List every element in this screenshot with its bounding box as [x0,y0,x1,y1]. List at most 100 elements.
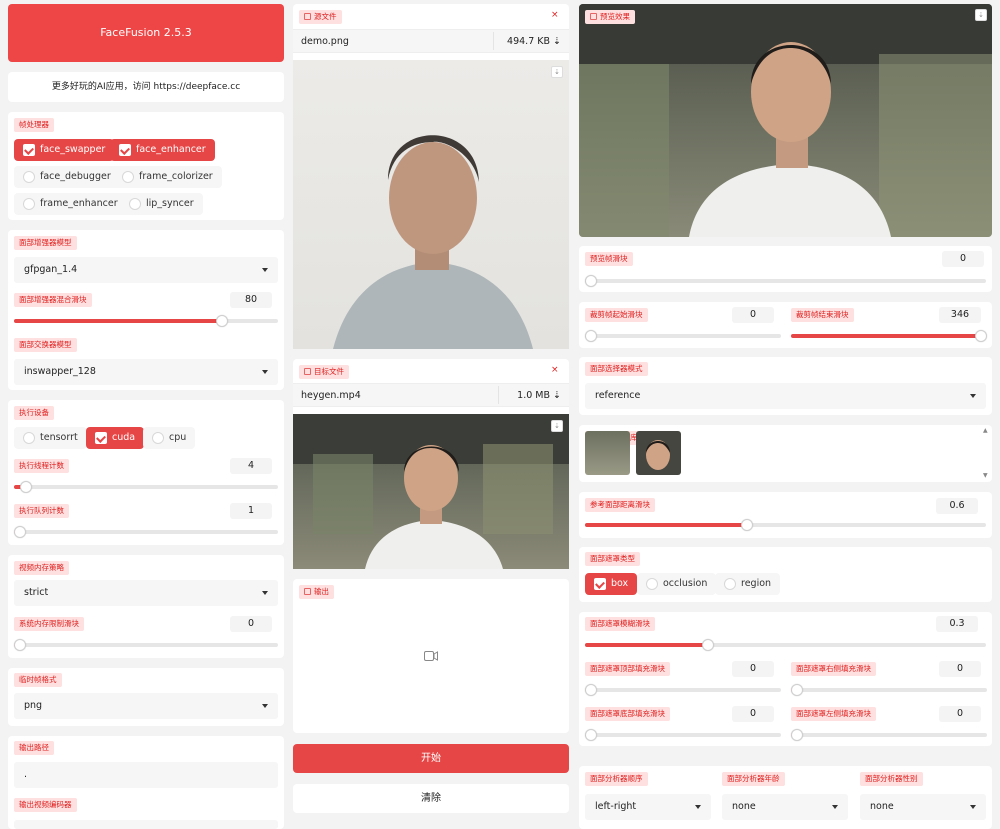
start-button[interactable]: 开始 [293,744,569,773]
slider-thumb[interactable] [791,729,803,741]
output-label: 输出 [299,585,334,599]
preview-frame-input[interactable]: 0 [942,251,984,267]
output-video-encoder-dropdown[interactable] [14,820,278,829]
close-icon[interactable]: × [551,365,559,375]
processor-face-debugger[interactable]: face_debugger [14,166,120,188]
enhancer-panel: 面部增强器模型 gfpgan_1.4 面部增强器混合滑块 80 面部交换器模型 … [8,230,284,390]
processor-lip-syncer[interactable]: lip_syncer [120,193,203,215]
source-file-row[interactable]: demo.png 494.7 KB ⇣ [293,29,569,53]
preview-image [579,4,992,237]
checkbox-icon [95,432,107,444]
reference-face-thumb-1[interactable] [585,431,630,475]
video-memory-strategy-dropdown[interactable]: strict [14,580,278,606]
execution-providers-label: 执行设备 [14,406,54,420]
face-enhancer-blend-slider[interactable] [14,315,278,327]
checkbox-icon [122,171,134,183]
mask-type-occlusion[interactable]: occlusion [637,573,717,595]
close-icon[interactable]: × [551,10,559,20]
mask-padding-right-slider[interactable] [791,684,987,696]
temp-frame-format-dropdown[interactable]: png [14,693,278,719]
mask-padding-left-slider[interactable] [791,729,987,741]
reference-face-thumb-2[interactable] [636,431,681,475]
processor-face-swapper[interactable]: face_swapper [14,139,115,161]
slider-thumb[interactable] [585,275,597,287]
reference-distance-input[interactable]: 0.6 [936,498,978,514]
provider-tensorrt[interactable]: tensorrt [14,427,87,449]
face-enhancer-blend-label: 面部增强器混合滑块 [14,293,92,307]
reference-gallery-panel: 参考面部库 ▲ ▼ [579,425,992,482]
mask-padding-bottom-input[interactable]: 0 [732,706,774,722]
processor-frame-colorizer[interactable]: frame_colorizer [113,166,222,188]
analyser-age-dropdown[interactable]: none [722,794,848,820]
chevron-down-icon [262,591,268,595]
mask-padding-top-label: 面部遮罩顶部填充滑块 [585,662,670,676]
face-swapper-model-dropdown[interactable]: inswapper_128 [14,359,278,385]
trim-end-input[interactable]: 346 [939,307,981,323]
mask-type-box[interactable]: box [585,573,638,595]
queue-count-input[interactable]: 1 [230,503,272,519]
thread-count-slider[interactable] [14,481,278,493]
mask-padding-bottom-label: 面部遮罩底部填充滑块 [585,707,670,721]
trim-start-input[interactable]: 0 [732,307,774,323]
mask-padding-bottom-slider[interactable] [585,729,781,741]
target-filename: heygen.mp4 [301,390,361,401]
download-icon[interactable]: ⇣ [551,66,563,78]
promo-panel: 更多好玩的AI应用，访问 https://deepface.cc [8,72,284,102]
face-enhancer-model-dropdown[interactable]: gfpgan_1.4 [14,257,278,283]
queue-count-slider[interactable] [14,526,278,538]
slider-thumb[interactable] [215,315,228,327]
mask-blur-slider[interactable] [585,639,986,651]
checkbox-icon [152,432,164,444]
mask-settings-panel: 面部遮罩模糊滑块 0.3 面部遮罩顶部填充滑块 0 面部遮罩右侧填充滑块 0 面… [579,612,992,746]
slider-thumb[interactable] [14,526,26,538]
file-icon [304,368,311,375]
preview-frame-slider[interactable] [585,275,986,287]
download-icon[interactable]: ⇣ [551,420,563,432]
scroll-down-icon[interactable]: ▼ [983,472,988,479]
slider-thumb[interactable] [791,684,803,696]
system-memory-limit-input[interactable]: 0 [230,616,272,632]
download-icon[interactable]: ⇣ [975,9,987,21]
analyser-gender-dropdown[interactable]: none [860,794,986,820]
thread-count-input[interactable]: 4 [230,458,272,474]
clear-button[interactable]: 清除 [293,784,569,813]
trim-end-slider[interactable] [791,330,987,342]
slider-fill [585,643,708,647]
provider-cpu[interactable]: cpu [143,427,196,449]
slider-thumb[interactable] [585,684,597,696]
analyser-order-dropdown[interactable]: left-right [585,794,711,820]
mask-type-panel: 面部遮罩类型 box occlusion region [579,547,992,602]
output-path-label: 输出路径 [14,741,54,755]
provider-cuda[interactable]: cuda [86,427,145,449]
slider-thumb[interactable] [740,519,753,531]
target-file-row[interactable]: heygen.mp4 1.0 MB ⇣ [293,383,569,407]
mask-padding-top-input[interactable]: 0 [732,661,774,677]
mask-padding-left-input[interactable]: 0 [939,706,981,722]
mask-type-region[interactable]: region [715,573,781,595]
slider-thumb[interactable] [701,639,714,651]
face-analyser-panel: 面部分析器顺序 left-right 面部分析器年龄 none 面部分析器性别 … [579,766,992,829]
checkbox-icon [23,198,35,210]
processor-face-enhancer[interactable]: face_enhancer [110,139,215,161]
slider-thumb[interactable] [975,330,987,342]
face-selector-panel: 面部选择器模式 reference [579,357,992,415]
mask-padding-right-input[interactable]: 0 [939,661,981,677]
slider-thumb[interactable] [19,481,32,493]
output-path-input[interactable]: . [14,762,278,788]
trim-start-slider[interactable] [585,330,781,342]
system-memory-limit-slider[interactable] [14,639,278,651]
slider-thumb[interactable] [585,330,597,342]
slider-thumb[interactable] [585,729,597,741]
processor-frame-enhancer[interactable]: frame_enhancer [14,193,127,215]
scroll-up-icon[interactable]: ▲ [983,427,988,434]
mask-padding-top-slider[interactable] [585,684,781,696]
queue-count-label: 执行队列计数 [14,504,69,518]
mask-type-label: 面部遮罩类型 [585,552,640,566]
face-enhancer-blend-input[interactable]: 80 [230,292,272,308]
face-swapper-model-label: 面部交换器模型 [14,338,77,352]
mask-blur-input[interactable]: 0.3 [936,616,978,632]
reference-distance-slider[interactable] [585,519,986,531]
file-icon [304,13,311,20]
slider-thumb[interactable] [14,639,26,651]
face-selector-mode-dropdown[interactable]: reference [585,383,986,409]
